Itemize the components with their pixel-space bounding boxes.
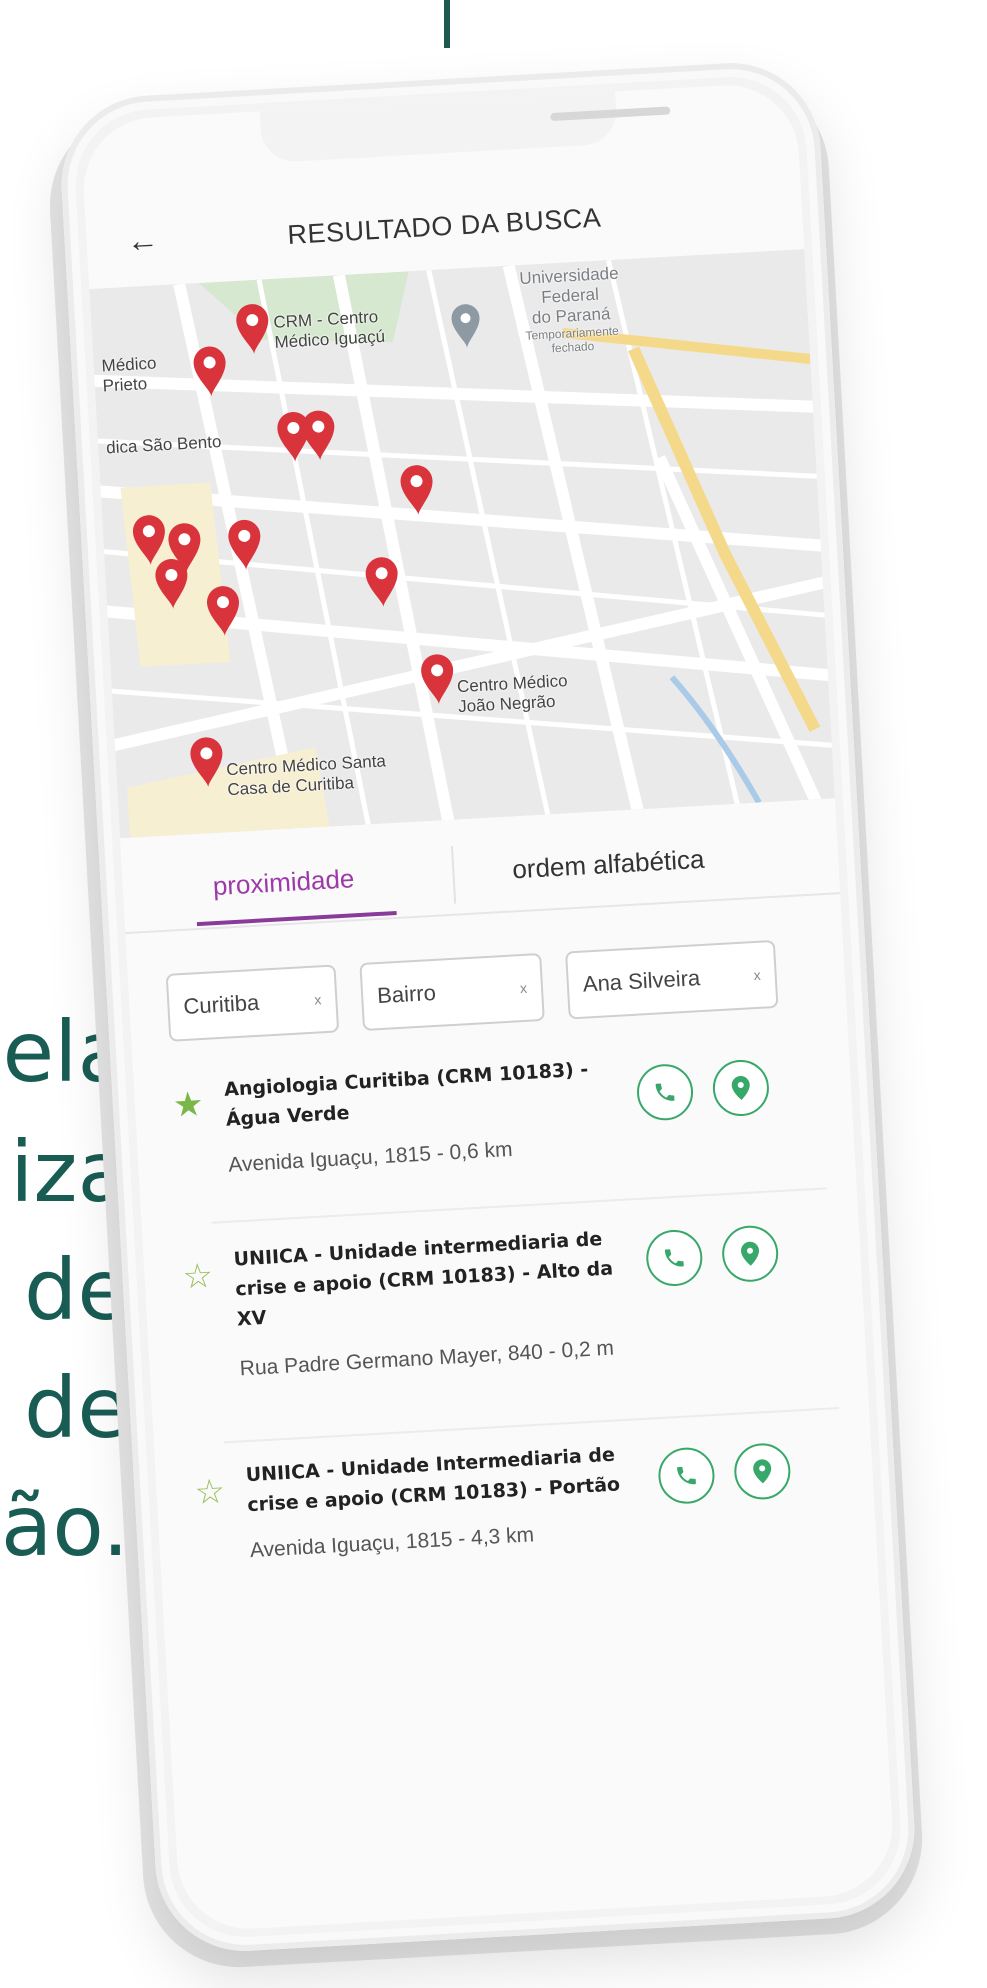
result-address: Avenida Iguaçu, 1815 - 4,3 km xyxy=(249,1523,535,1563)
result-address: Avenida Iguaçu, 1815 - 0,6 km xyxy=(227,1137,514,1177)
filter-chip-label: Curitiba xyxy=(182,989,260,1019)
result-title: UNIICA - Unidade intermediaria de crise … xyxy=(233,1228,614,1331)
speaker-grille xyxy=(550,106,671,122)
tab-divider xyxy=(450,845,457,904)
result-address: Rua Padre Germano Mayer, 840 - 0,2 m xyxy=(239,1336,615,1381)
map-label-universidade: Universidade Federal do Paraná Temporari… xyxy=(519,264,623,357)
phone-call-button[interactable] xyxy=(635,1062,695,1122)
map-pin-icon xyxy=(741,1241,760,1266)
map-graphic xyxy=(89,249,835,839)
map-label-medico-prieto: Médico Prieto xyxy=(101,354,158,397)
star-outline-icon[interactable]: ☆ xyxy=(194,1471,227,1513)
close-icon[interactable]: x xyxy=(753,967,761,983)
phone-mockup: ← RESULTADO DA BUSCA Médico Prieto CRM -… xyxy=(0,0,987,1988)
results-map[interactable]: Médico Prieto CRM - Centro Médico Iguaçú… xyxy=(89,249,835,839)
filter-chip-label: Bairro xyxy=(376,979,437,1009)
phone-icon xyxy=(655,1083,675,1101)
result-item[interactable]: ☆ UNIICA - Unidade intermediaria de cris… xyxy=(143,1204,869,1444)
map-pin-icon xyxy=(753,1459,772,1484)
tab-ordem-alfabetica[interactable]: ordem alfabética xyxy=(512,844,706,886)
filter-chip-name[interactable]: Ana Silveira x xyxy=(565,939,779,1020)
result-item[interactable]: ☆ UNIICA - Unidade Intermediaria de cris… xyxy=(155,1425,878,1615)
close-icon[interactable]: x xyxy=(520,980,528,996)
filter-chip-label: Ana Silveira xyxy=(582,965,701,997)
filter-chip-neighborhood[interactable]: Bairro x xyxy=(359,952,545,1032)
star-filled-icon[interactable]: ★ xyxy=(172,1084,205,1126)
close-icon[interactable]: x xyxy=(314,991,322,1007)
page-title: RESULTADO DA BUSCA xyxy=(286,202,602,250)
map-label-status: Temporariamente fechado xyxy=(522,323,623,356)
result-title: Angiologia Curitiba (CRM 10183) - Água V… xyxy=(223,1058,589,1131)
result-item[interactable]: ★ Angiologia Curitiba (CRM 10183) - Água… xyxy=(134,1040,857,1230)
map-pin-icon xyxy=(731,1076,750,1100)
map-label-line: Prieto xyxy=(102,374,148,396)
filter-chip-city[interactable]: Curitiba x xyxy=(165,964,340,1042)
map-location-button[interactable] xyxy=(732,1441,792,1501)
phone-screen: ← RESULTADO DA BUSCA Médico Prieto CRM -… xyxy=(79,81,897,1933)
sort-tabs: proximidade ordem alfabética xyxy=(120,814,841,935)
phone-icon xyxy=(664,1249,684,1267)
phone-notch xyxy=(259,91,671,164)
result-title: UNIICA - Unidade Intermediaria de crise … xyxy=(245,1443,621,1517)
tab-proximidade[interactable]: proximidade xyxy=(212,863,355,902)
map-location-button[interactable] xyxy=(720,1224,780,1284)
phone-call-button[interactable] xyxy=(656,1446,716,1506)
phone-icon xyxy=(677,1466,696,1485)
map-label-crm-centro: CRM - Centro Médico Iguaçú xyxy=(273,307,386,353)
phone-call-button[interactable] xyxy=(644,1228,704,1288)
map-label-centro-joao-negrao: Centro Médico João Negrão xyxy=(457,671,570,717)
map-location-button[interactable] xyxy=(711,1058,771,1118)
star-outline-icon[interactable]: ☆ xyxy=(182,1256,215,1298)
active-tab-indicator xyxy=(196,910,397,927)
phone-body: ← RESULTADO DA BUSCA Médico Prieto CRM -… xyxy=(56,58,920,1956)
map-label-line: Médico xyxy=(101,353,157,376)
